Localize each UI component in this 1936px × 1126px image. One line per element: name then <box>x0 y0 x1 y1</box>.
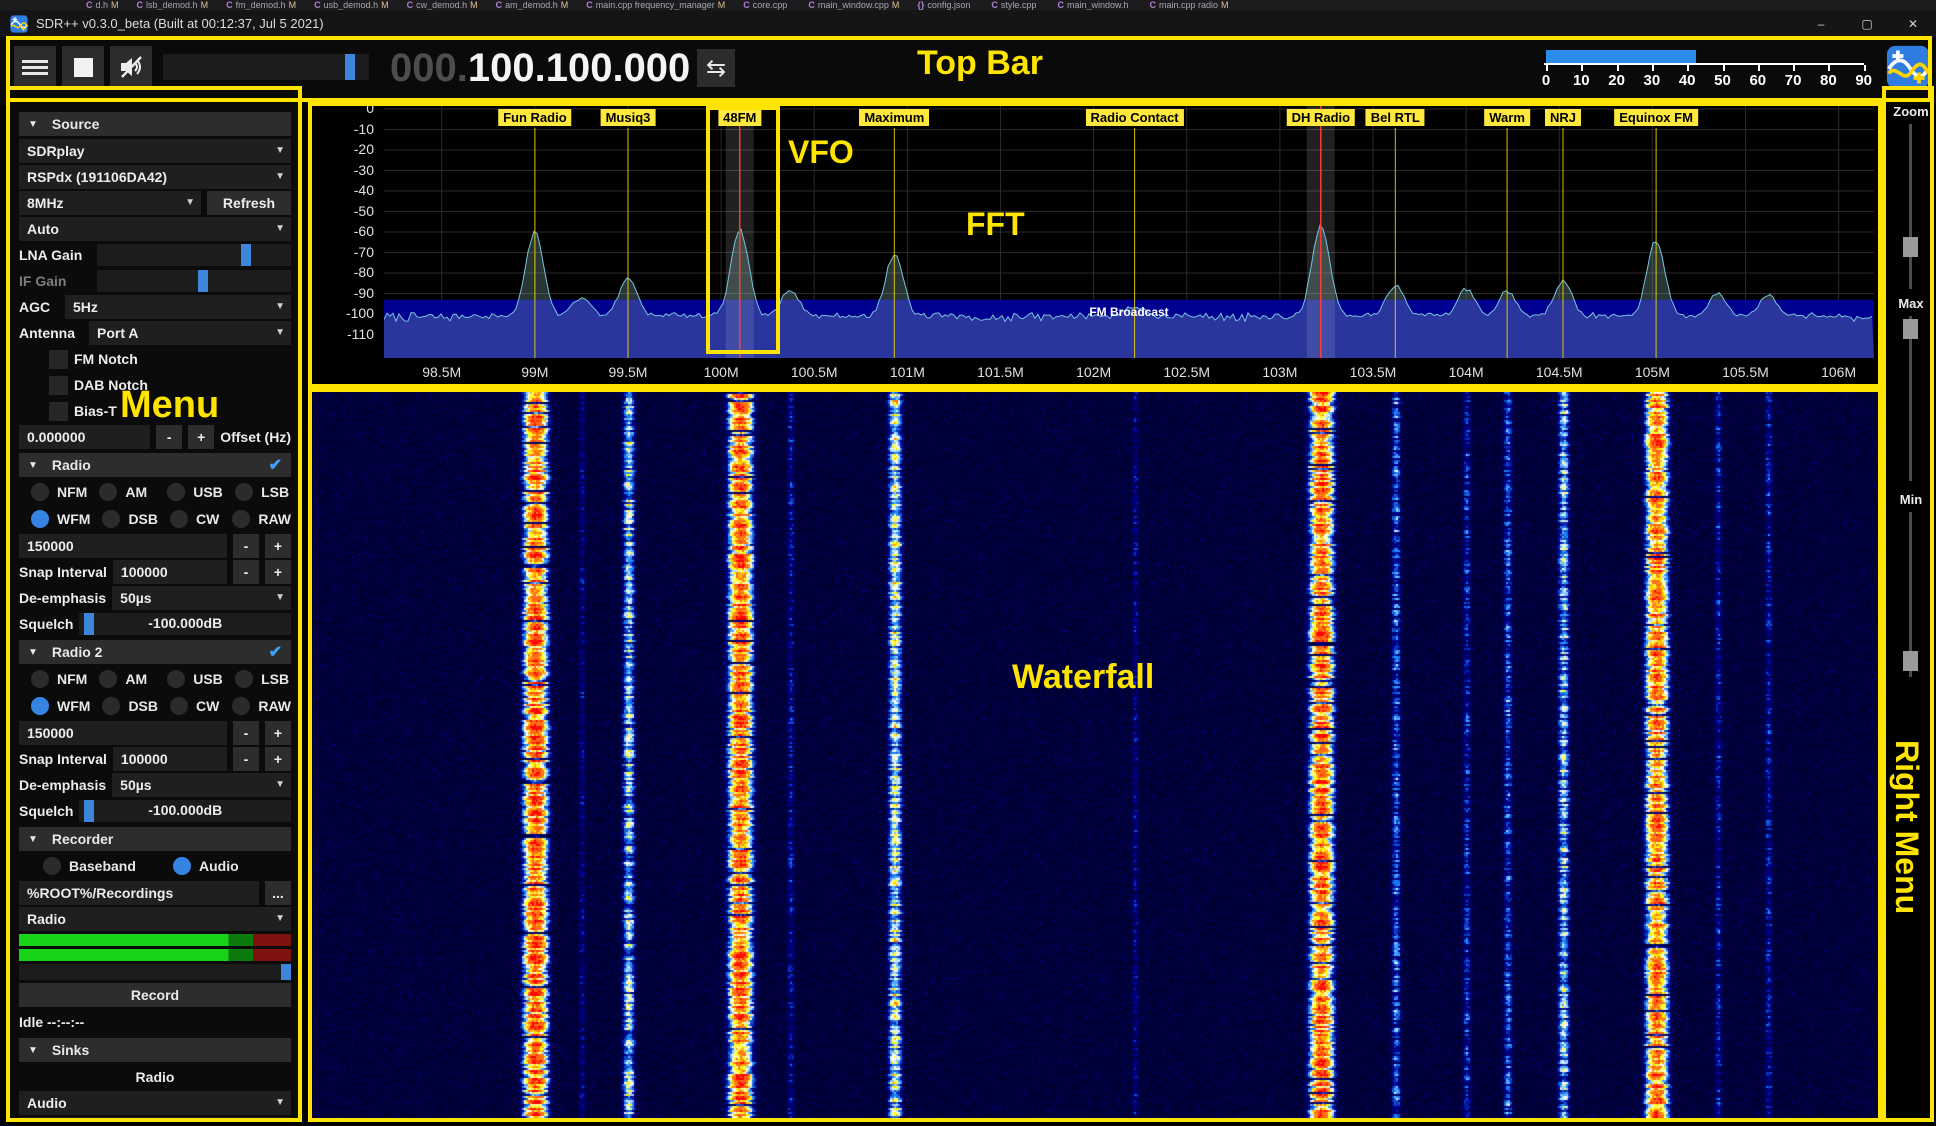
editor-tab[interactable]: Cmain.cpp radioM <box>1150 0 1229 10</box>
modified-badge: M <box>1221 0 1229 10</box>
editor-tab[interactable]: Cstyle.cpp <box>991 0 1039 10</box>
modified-badge: M <box>718 0 726 10</box>
app-icon <box>10 15 28 33</box>
editor-tab[interactable]: Cusb_demod.hM <box>314 0 389 10</box>
annotation-box-vfo <box>706 106 780 354</box>
file-type-icon: C <box>808 0 815 10</box>
modified-badge: M <box>111 0 119 10</box>
window-title: SDR++ v0.3.0_beta (Built at 00:12:37, Ju… <box>36 16 324 31</box>
annotation-box-right-menu <box>1882 86 1934 1122</box>
file-type-icon: {} <box>917 0 924 10</box>
file-type-icon: C <box>991 0 998 10</box>
file-type-icon: C <box>226 0 233 10</box>
annotation-box-menu <box>6 86 302 1122</box>
file-type-icon: C <box>743 0 750 10</box>
editor-tab[interactable]: Cmain_window.cppM <box>808 0 899 10</box>
file-type-icon: C <box>407 0 414 10</box>
file-type-icon: C <box>86 0 93 10</box>
minimize-button[interactable]: – <box>1798 10 1844 37</box>
file-type-icon: C <box>496 0 503 10</box>
file-type-icon: C <box>1150 0 1157 10</box>
editor-tab[interactable]: {}config.json <box>917 0 973 10</box>
modified-badge: M <box>892 0 900 10</box>
maximize-button[interactable]: ▢ <box>1844 10 1890 37</box>
title-bar: SDR++ v0.3.0_beta (Built at 00:12:37, Ju… <box>0 10 1936 37</box>
annotation-top-bar: Top Bar <box>917 44 1043 83</box>
editor-tab[interactable]: Ccw_demod.hM <box>407 0 478 10</box>
annotation-box-fft <box>308 102 1882 388</box>
sdrpp-window: Cd.hM Clsb_demod.hM Cfm_demod.hM Cusb_demod… <box>0 0 1936 1126</box>
editor-tab[interactable]: Ccore.cpp <box>743 0 790 10</box>
file-type-icon: C <box>586 0 593 10</box>
modified-badge: M <box>561 0 569 10</box>
annotation-right-menu: Right Menu <box>1888 740 1925 914</box>
modified-badge: M <box>201 0 209 10</box>
annotation-fft: FFT <box>966 206 1025 243</box>
modified-badge: M <box>470 0 478 10</box>
modified-badge: M <box>289 0 297 10</box>
annotation-box-waterfall <box>308 388 1882 1122</box>
editor-tab[interactable]: Cam_demod.hM <box>496 0 569 10</box>
annotation-vfo: VFO <box>788 134 854 171</box>
file-type-icon: C <box>314 0 321 10</box>
background-editor-tabstrip: Cd.hM Clsb_demod.hM Cfm_demod.hM Cusb_demod… <box>0 0 1936 10</box>
close-button[interactable]: ✕ <box>1890 10 1936 37</box>
modified-badge: M <box>381 0 389 10</box>
file-type-icon: C <box>137 0 144 10</box>
editor-tab[interactable]: Cfm_demod.hM <box>226 0 296 10</box>
annotation-waterfall: Waterfall <box>1012 658 1154 697</box>
editor-tab[interactable]: Clsb_demod.hM <box>137 0 209 10</box>
file-type-icon: C <box>1057 0 1064 10</box>
annotation-menu: Menu <box>120 384 219 427</box>
editor-tab[interactable]: Cmain.cpp frequency_managerM <box>586 0 725 10</box>
editor-tab[interactable]: Cd.hM <box>86 0 119 10</box>
editor-tab[interactable]: Cmain_window.h <box>1057 0 1131 10</box>
